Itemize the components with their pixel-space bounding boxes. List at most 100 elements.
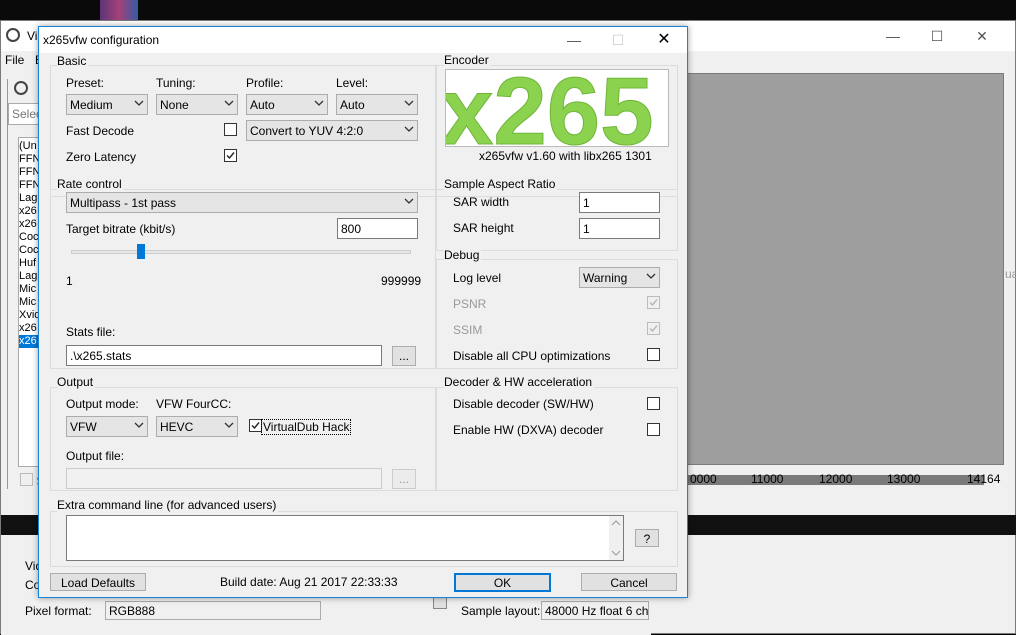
vfw-fourcc-dropdown[interactable]: HEVC [156, 416, 238, 437]
build-date: Build date: Aug 21 2017 22:33:33 [220, 575, 398, 589]
list-item[interactable]: Lag [19, 192, 39, 205]
app-icon [6, 28, 20, 42]
list-item-selected[interactable]: x26 [19, 335, 39, 348]
sar-width-input[interactable]: 1 [579, 192, 660, 213]
x265-logo: x265 [445, 69, 669, 147]
dialog-minimize-button[interactable]: — [559, 29, 589, 51]
chevron-down-icon [404, 198, 414, 204]
scroll-up-icon[interactable] [611, 519, 621, 527]
psnr-label: PSNR [453, 297, 487, 311]
disable-decoder-checkbox[interactable] [647, 397, 660, 410]
sample-layout-label: Sample layout: [461, 604, 541, 618]
target-bitrate-label: Target bitrate (kbit/s) [66, 222, 176, 236]
compression-dialog: Selec (Un FFN FFN FFN Lag x26 x26 Coc Co… [7, 79, 44, 489]
checkmark-icon [251, 422, 260, 430]
list-item[interactable]: x26 [19, 218, 39, 231]
output-file-label: Output file: [66, 449, 125, 463]
level-label: Level: [336, 76, 369, 90]
close-button[interactable]: ✕ [967, 25, 997, 47]
pixel-format-field: RGB888 [105, 601, 321, 620]
dialog-close-button[interactable]: ✕ [649, 29, 679, 51]
enable-hw-label: Enable HW (DXVA) decoder [453, 423, 604, 437]
basic-group-label: Basic [57, 54, 89, 68]
chevron-down-icon [224, 100, 234, 106]
codec-search-input[interactable]: Selec [8, 103, 40, 125]
chevron-down-icon [404, 100, 414, 106]
list-item[interactable]: x26 [19, 322, 39, 335]
textarea-scrollbar[interactable] [609, 516, 623, 560]
list-item[interactable]: Coc [19, 231, 39, 244]
list-item[interactable]: Coc [19, 244, 39, 257]
ssim-label: SSIM [453, 323, 483, 337]
help-button[interactable]: ? [635, 529, 659, 547]
slider-thumb[interactable] [137, 244, 145, 259]
enable-hw-checkbox[interactable] [647, 423, 660, 436]
list-item[interactable]: (Un [19, 140, 39, 153]
list-item[interactable]: Huf [19, 257, 39, 270]
right-fragment: ua [1005, 267, 1016, 281]
colorspace-dropdown[interactable]: Convert to YUV 4:2:0 [246, 120, 418, 141]
disable-decoder-label: Disable decoder (SW/HW) [453, 397, 594, 411]
bg-checkbox[interactable] [20, 473, 33, 486]
disable-cpu-opt-checkbox[interactable] [647, 348, 660, 361]
bitrate-slider[interactable] [71, 244, 411, 260]
encoder-version: x265vfw v1.60 with libx265 1301 [479, 149, 652, 163]
stats-file-input[interactable]: .\x265.stats [66, 345, 382, 366]
tuning-dropdown[interactable]: None [156, 94, 238, 115]
chevron-down-icon [134, 422, 144, 428]
ok-button[interactable]: OK [454, 573, 551, 592]
list-item[interactable]: Mic [19, 283, 39, 296]
pixel-format-label: Pixel format: [25, 604, 92, 618]
dialog-title: x265vfw configuration [43, 33, 160, 47]
list-item[interactable]: FFN [19, 179, 39, 192]
ssim-checkbox [647, 322, 660, 335]
checkmark-icon [226, 152, 235, 160]
ruler-tick: 12000 [819, 472, 853, 486]
sar-height-input[interactable]: 1 [579, 218, 660, 239]
minimize-button[interactable]: — [878, 25, 908, 47]
target-bitrate-input[interactable]: 800 [337, 218, 418, 239]
menu-file[interactable]: File [5, 53, 24, 67]
ruler-tick: 13000 [887, 472, 921, 486]
level-dropdown[interactable]: Auto [336, 94, 418, 115]
list-item[interactable]: x26 [19, 205, 39, 218]
chevron-down-icon [224, 422, 234, 428]
virtualdub-hack-label[interactable]: VirtualDub Hack [261, 419, 352, 435]
preset-dropdown[interactable]: Medium [66, 94, 148, 115]
scroll-down-icon[interactable] [611, 549, 621, 557]
list-item[interactable]: Xvid [19, 309, 39, 322]
x265-logo-text: x265 [446, 70, 654, 147]
extra-cmdline-label: Extra command line (for advanced users) [57, 498, 279, 512]
zero-latency-checkbox[interactable] [224, 149, 237, 162]
log-level-dropdown[interactable]: Warning [579, 267, 660, 288]
log-level-label: Log level [453, 271, 502, 285]
preset-label: Preset: [66, 76, 105, 90]
output-mode-dropdown[interactable]: VFW [66, 416, 148, 437]
codec-list[interactable]: (Un FFN FFN FFN Lag x26 x26 Coc Coc Huf … [18, 137, 40, 467]
psnr-checkbox [647, 296, 660, 309]
output-browse-button: ... [392, 469, 416, 489]
maximize-button[interactable]: ☐ [922, 25, 952, 47]
sar-group-label: Sample Aspect Ratio [444, 177, 558, 191]
list-item[interactable]: Lag [19, 270, 39, 283]
decoder-group-label: Decoder & HW acceleration [444, 375, 595, 389]
extra-cmdline-textarea[interactable] [66, 515, 624, 561]
list-item[interactable]: Mic [19, 296, 39, 309]
disable-cpu-opt-label: Disable all CPU optimizations [453, 349, 611, 363]
list-item[interactable]: FFN [19, 153, 39, 166]
ruler-tick: 14164 [967, 472, 1001, 486]
cancel-button[interactable]: Cancel [581, 573, 677, 591]
list-item[interactable]: FFN [19, 166, 39, 179]
fast-decode-checkbox[interactable] [224, 123, 237, 136]
checkmark-icon [649, 325, 658, 333]
x265vfw-config-dialog: x265vfw configuration — ☐ ✕ Basic Preset… [38, 26, 688, 598]
stats-browse-button[interactable]: ... [392, 346, 416, 366]
load-defaults-button[interactable]: Load Defaults [50, 573, 146, 591]
sar-height-label: SAR height [453, 221, 514, 235]
chevron-down-icon [314, 100, 324, 106]
rate-control-mode-dropdown[interactable]: Multipass - 1st pass [66, 192, 418, 213]
encoder-group-label: Encoder [444, 53, 491, 67]
zero-latency-label: Zero Latency [66, 150, 137, 164]
profile-dropdown[interactable]: Auto [246, 94, 328, 115]
x265-logo-graphic: x265 [446, 70, 654, 147]
